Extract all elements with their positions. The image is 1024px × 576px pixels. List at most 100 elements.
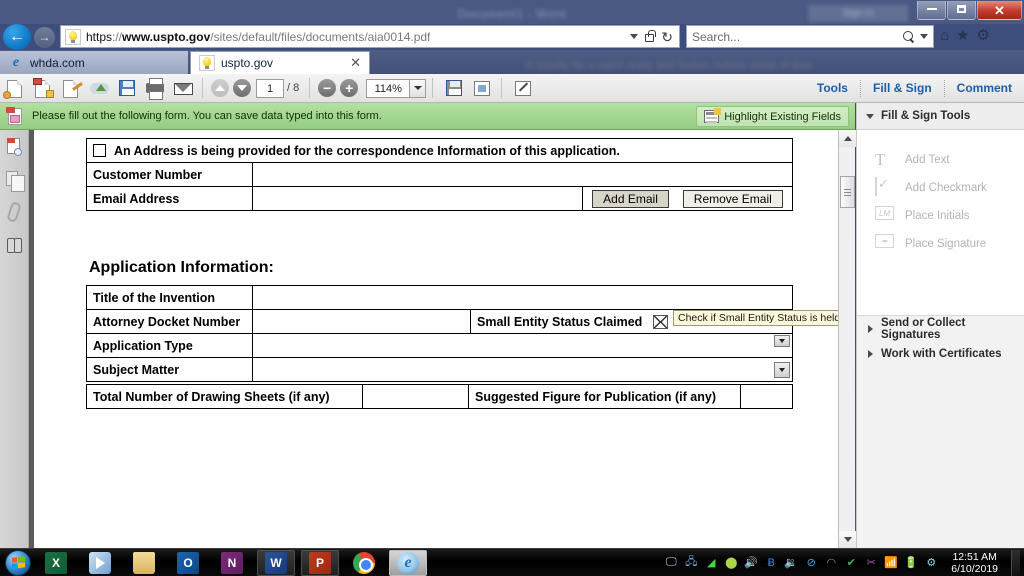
fit-width-icon[interactable] <box>442 77 467 100</box>
tools-link[interactable]: Tools <box>805 81 860 95</box>
zoom-dropdown-icon[interactable] <box>410 78 427 98</box>
sound-device-icon[interactable]: 🔊 <box>743 555 759 571</box>
page-number-input[interactable]: 1 <box>256 78 284 98</box>
ie-icon: e <box>12 54 20 70</box>
minimize-button[interactable] <box>917 1 946 20</box>
clock[interactable]: 12:51 AM 6/10/2019 <box>943 551 1005 575</box>
forward-button[interactable]: → <box>34 27 55 48</box>
address-bar[interactable]: https://www.uspto.gov/sites/default/file… <box>60 25 680 48</box>
taskbar-app-internet-explorer[interactable]: e <box>389 549 427 576</box>
bluetooth-icon[interactable]: Ƀ <box>763 555 779 571</box>
snip-tool-icon[interactable]: ✂ <box>863 555 879 571</box>
taskbar-app-excel[interactable]: X <box>37 550 75 576</box>
taskbar-app-outlook[interactable]: O <box>169 550 207 576</box>
dropbox-sync-icon[interactable]: ⊘ <box>803 555 819 571</box>
address-provided-cell[interactable]: An Address is being provided for the cor… <box>86 138 793 163</box>
back-button[interactable]: ← <box>3 24 31 50</box>
search-panel-icon[interactable] <box>0 229 29 262</box>
zoom-out-icon[interactable]: − <box>318 79 337 97</box>
antivirus-check-icon[interactable]: ✔ <box>843 555 859 571</box>
save-icon[interactable] <box>115 77 140 100</box>
place-signature-tool[interactable]: ✒ Place Signature <box>857 230 1024 257</box>
browser-tab-whda[interactable]: e whda.com <box>0 51 188 74</box>
add-text-tool[interactable]: T Add Text <box>857 146 1024 173</box>
subject-matter-field[interactable] <box>252 357 793 382</box>
network-center-icon[interactable]: 🖧 <box>683 555 699 571</box>
save-form-icon[interactable] <box>31 77 56 100</box>
sign-icon[interactable] <box>59 77 84 100</box>
zoom-level-input[interactable]: 114% <box>366 78 411 98</box>
fullscreen-icon[interactable] <box>511 77 536 100</box>
drawing-sheets-field[interactable] <box>362 384 469 409</box>
add-email-button[interactable]: Add Email <box>592 189 669 208</box>
taskbar-app-powerpoint[interactable]: P <box>301 549 339 576</box>
scroll-down-button[interactable] <box>839 531 856 548</box>
work-with-certificates-section[interactable]: Work with Certificates <box>857 341 1024 366</box>
volume-icon[interactable]: 🔉 <box>783 555 799 571</box>
email-icon[interactable] <box>171 77 196 100</box>
page-thumbnails-icon[interactable] <box>0 130 29 163</box>
comment-link[interactable]: Comment <box>945 81 1024 95</box>
signal-bars-icon[interactable]: 📶 <box>883 555 899 571</box>
pages-panel-icon[interactable] <box>0 163 29 196</box>
onedrive-icon[interactable]: ◠ <box>823 555 839 571</box>
add-checkmark-tool[interactable]: Add Checkmark <box>857 174 1024 201</box>
email-address-field[interactable] <box>252 186 583 211</box>
close-button[interactable]: ✕ <box>977 1 1022 20</box>
battery-icon[interactable]: 🔋 <box>903 555 919 571</box>
settings-icon[interactable]: ⚙ <box>923 555 939 571</box>
title-of-invention-label: Title of the Invention <box>86 285 253 310</box>
search-box[interactable]: Search... <box>686 25 934 48</box>
pdf-vertical-scrollbar[interactable] <box>838 130 856 548</box>
refresh-icon[interactable]: ↻ <box>661 30 673 44</box>
show-desktop-button[interactable] <box>1011 549 1020 576</box>
fit-page-icon[interactable] <box>470 77 495 100</box>
application-type-field[interactable] <box>252 333 793 358</box>
add-checkmark-label: Add Checkmark <box>905 181 987 194</box>
search-input[interactable]: Search... <box>692 30 740 44</box>
application-type-dropdown-icon[interactable] <box>774 335 790 347</box>
scroll-up-button[interactable] <box>839 130 856 147</box>
attachments-icon[interactable] <box>0 196 29 229</box>
next-page-icon[interactable] <box>233 79 251 97</box>
print-icon[interactable] <box>143 77 168 100</box>
suggested-figure-field[interactable] <box>740 384 793 409</box>
open-in-reader-icon[interactable] <box>3 77 28 100</box>
zoom-in-icon[interactable]: + <box>340 79 359 97</box>
pdf-viewport[interactable]: An Address is being provided for the cor… <box>29 130 855 548</box>
title-of-invention-field[interactable] <box>252 285 793 310</box>
browser-tab-uspto[interactable]: uspto.gov ✕ <box>190 51 370 74</box>
taskbar-app-windows-media-player[interactable] <box>81 550 119 576</box>
fill-and-sign-tools-header[interactable]: Fill & Sign Tools <box>857 103 1024 130</box>
place-initials-tool[interactable]: LM Place Initials <box>857 202 1024 229</box>
taskbar-app-file-explorer[interactable] <box>125 550 163 576</box>
address-dropdown-icon[interactable] <box>630 34 639 39</box>
highlight-existing-fields-button[interactable]: Highlight Existing Fields <box>696 106 849 127</box>
taskbar-app-word[interactable]: W <box>257 549 295 576</box>
maximize-button[interactable] <box>947 1 976 20</box>
taskbar-app-onenote[interactable]: N <box>213 550 251 576</box>
search-icon[interactable] <box>903 31 914 42</box>
customer-number-field[interactable] <box>252 162 793 187</box>
wifi-signal-icon[interactable]: ◢ <box>703 555 719 571</box>
subject-matter-dropdown-icon[interactable] <box>774 362 790 378</box>
upload-cloud-icon[interactable] <box>87 77 112 100</box>
remove-email-button[interactable]: Remove Email <box>682 189 783 208</box>
tab-close-icon[interactable]: ✕ <box>350 55 361 71</box>
taskbar-app-chrome[interactable] <box>345 550 383 576</box>
small-entity-checkbox[interactable] <box>652 314 668 329</box>
search-provider-dropdown-icon[interactable] <box>920 34 928 39</box>
send-or-collect-signatures-section[interactable]: Send or Collect Signatures <box>857 316 1024 341</box>
favorites-icon[interactable]: ★ <box>956 26 969 46</box>
scrollbar-thumb[interactable] <box>840 176 855 208</box>
previous-page-icon[interactable] <box>211 79 229 97</box>
settings-gear-icon[interactable]: ⚙ <box>977 26 990 46</box>
security-shield-icon[interactable]: ⬤ <box>723 555 739 571</box>
home-icon[interactable]: ⌂ <box>940 26 949 46</box>
start-button[interactable] <box>5 549 31 576</box>
attorney-docket-number-field[interactable] <box>252 309 471 334</box>
address-provided-checkbox[interactable] <box>93 143 106 157</box>
show-hidden-icons-icon[interactable]: 🖵 <box>663 555 679 571</box>
fill-and-sign-link[interactable]: Fill & Sign <box>861 81 944 95</box>
table-row: Title of the Invention <box>86 285 793 310</box>
